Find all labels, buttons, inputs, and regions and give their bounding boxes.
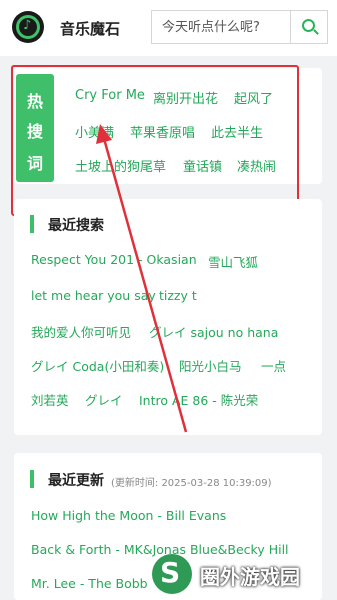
search-input[interactable] <box>152 11 291 43</box>
top-header: ♪ 音乐魔石 <box>0 0 337 56</box>
watermark-logo-icon: S <box>152 554 192 594</box>
recent-search-item[interactable]: Intro AE 86 - 陈光荣 <box>139 390 258 409</box>
app-logo-icon[interactable]: ♪ <box>12 11 44 43</box>
recent-search-item[interactable]: 一点 <box>261 356 286 375</box>
recent-search-title: 最近搜索 <box>48 218 104 234</box>
watermark-text: 圈外游戏园 <box>200 565 300 589</box>
recent-update-title: 最近更新 <box>48 473 104 489</box>
recent-search-item[interactable]: 阳光小白马 <box>179 356 242 375</box>
app-title[interactable]: 音乐魔石 <box>60 18 120 39</box>
recent-update-item[interactable]: How High the Moon - Bill Evans <box>31 508 226 523</box>
recent-search-card: 最近搜索 Respect You 201 - Okasian 雪山飞狐 let … <box>14 199 322 435</box>
recent-search-item[interactable]: tizzy t <box>159 288 197 303</box>
recent-search-item[interactable]: グレイ <box>85 390 123 409</box>
recent-search-item[interactable]: 雪山飞狐 <box>208 252 258 271</box>
recent-search-item[interactable]: グレイ Coda(小田和奏) <box>31 356 164 375</box>
update-time: (更新时间: 2025-03-28 10:39:09) <box>111 478 272 489</box>
section-accent-bar <box>30 470 34 488</box>
search-button[interactable] <box>290 10 328 44</box>
recent-search-item[interactable]: Respect You 201 - Okasian <box>31 252 197 267</box>
section-accent-bar <box>30 215 34 233</box>
recent-search-item[interactable]: 我的爱人你可听见 <box>31 322 131 341</box>
recent-search-item[interactable]: グレイ sajou no hana <box>149 322 278 341</box>
recent-update-item[interactable]: Mr. Lee - The Bobb <box>31 576 148 591</box>
recent-search-item[interactable]: 刘若英 <box>31 390 69 409</box>
site-watermark: S 圈外游戏园 <box>148 552 337 598</box>
annotation-highlight-box <box>11 65 299 216</box>
recent-search-item[interactable]: let me hear you say <box>31 288 156 303</box>
search-box[interactable] <box>151 10 291 44</box>
